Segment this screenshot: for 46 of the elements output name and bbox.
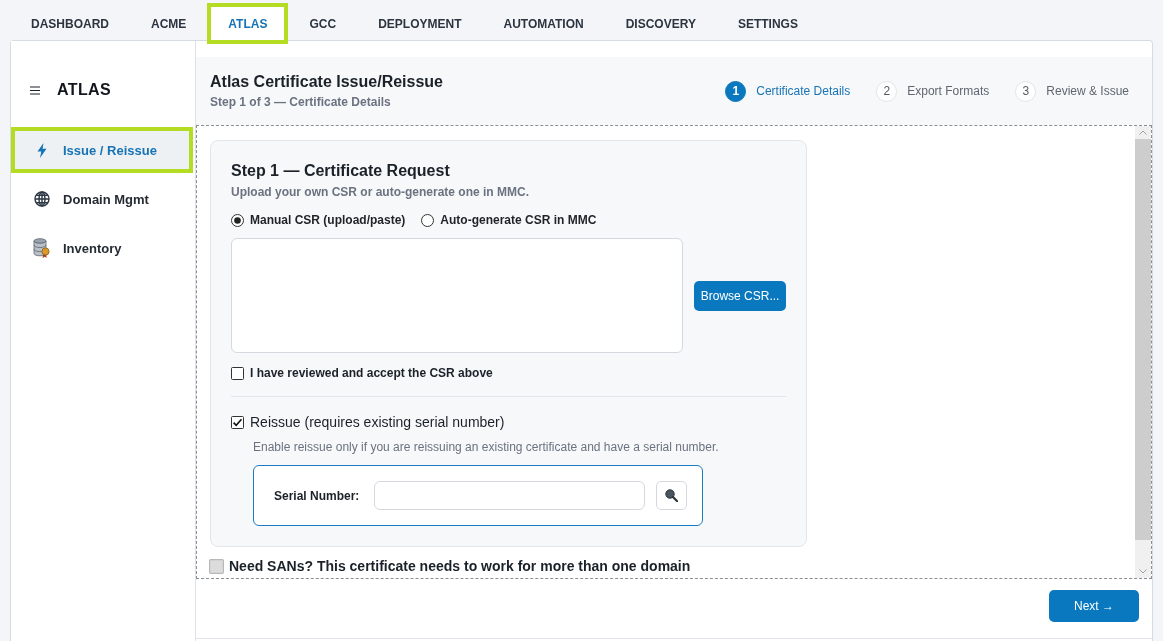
card-title: Step 1 — Certificate Request — [231, 161, 451, 181]
nav-tab[interactable]: DISCOVERY — [604, 3, 717, 44]
menu-icon[interactable] — [30, 85, 40, 95]
nav-tab[interactable]: AUTOMATION — [482, 3, 605, 44]
nav-tab[interactable]: DEPLOYMENT — [357, 3, 483, 44]
radio-button[interactable] — [421, 213, 435, 227]
card-subtitle: Upload your own CSR or auto-generate one in MMC. — [231, 184, 530, 200]
step-number: 1 — [725, 80, 747, 102]
field-label: Serial Number: — [274, 488, 360, 503]
checkbox-label: Need SANs? This certificate needs to work for more than one domain — [229, 557, 691, 575]
nav-tab[interactable]: SETTINGS — [716, 3, 819, 44]
checkbox[interactable] — [231, 366, 244, 380]
lightning-bolt-icon — [37, 142, 47, 158]
step-label: Export Formats — [907, 84, 990, 98]
browse-csr-button[interactable]: Browse CSR... — [694, 280, 786, 311]
page-subtitle: Step 1 of 3 — Certificate Details — [210, 94, 392, 110]
database-icon — [33, 238, 51, 258]
radio-label: Manual CSR (upload/paste) — [250, 213, 406, 227]
nav-tab[interactable]: ATLAS — [207, 3, 289, 44]
radio-button[interactable] — [231, 213, 244, 227]
search-icon — [665, 489, 679, 502]
chevron-down-icon[interactable] — [1139, 569, 1147, 574]
sidebar-item[interactable]: Inventory — [11, 225, 193, 271]
search-button[interactable] — [656, 481, 687, 510]
csr-textarea[interactable] — [231, 238, 684, 353]
sidebar-title: ATLAS — [57, 80, 112, 100]
step-number: 3 — [1015, 80, 1037, 102]
step-label: Certificate Details — [756, 84, 851, 98]
nav-tab[interactable]: ACME — [130, 3, 208, 44]
nav-tab[interactable]: DASHBOARD — [10, 3, 130, 44]
checkbox[interactable] — [231, 415, 244, 429]
step-label: Review & Issue — [1046, 84, 1129, 98]
checkbox[interactable] — [209, 558, 224, 574]
help-text: Enable reissue only if you are reissuing an existing certificate and have a serial number. — [253, 439, 720, 455]
step-number: 2 — [876, 80, 898, 102]
globe-icon — [34, 191, 50, 207]
serial-number-input[interactable] — [374, 481, 646, 510]
nav-tab[interactable]: GCC — [288, 3, 358, 44]
sidebar-item[interactable]: Issue / Reissue — [11, 127, 193, 173]
page-title: Atlas Certificate Issue/Reissue — [210, 72, 443, 92]
next-button[interactable]: Next → — [1049, 590, 1139, 622]
checkbox-label: Reissue (requires existing serial number) — [250, 413, 505, 431]
chevron-up-icon[interactable] — [1139, 130, 1147, 135]
checkbox-label: I have reviewed and accept the CSR above — [250, 365, 493, 382]
radio-label: Auto-generate CSR in MMC — [440, 213, 597, 227]
sidebar-item[interactable]: Domain Mgmt — [11, 176, 193, 222]
